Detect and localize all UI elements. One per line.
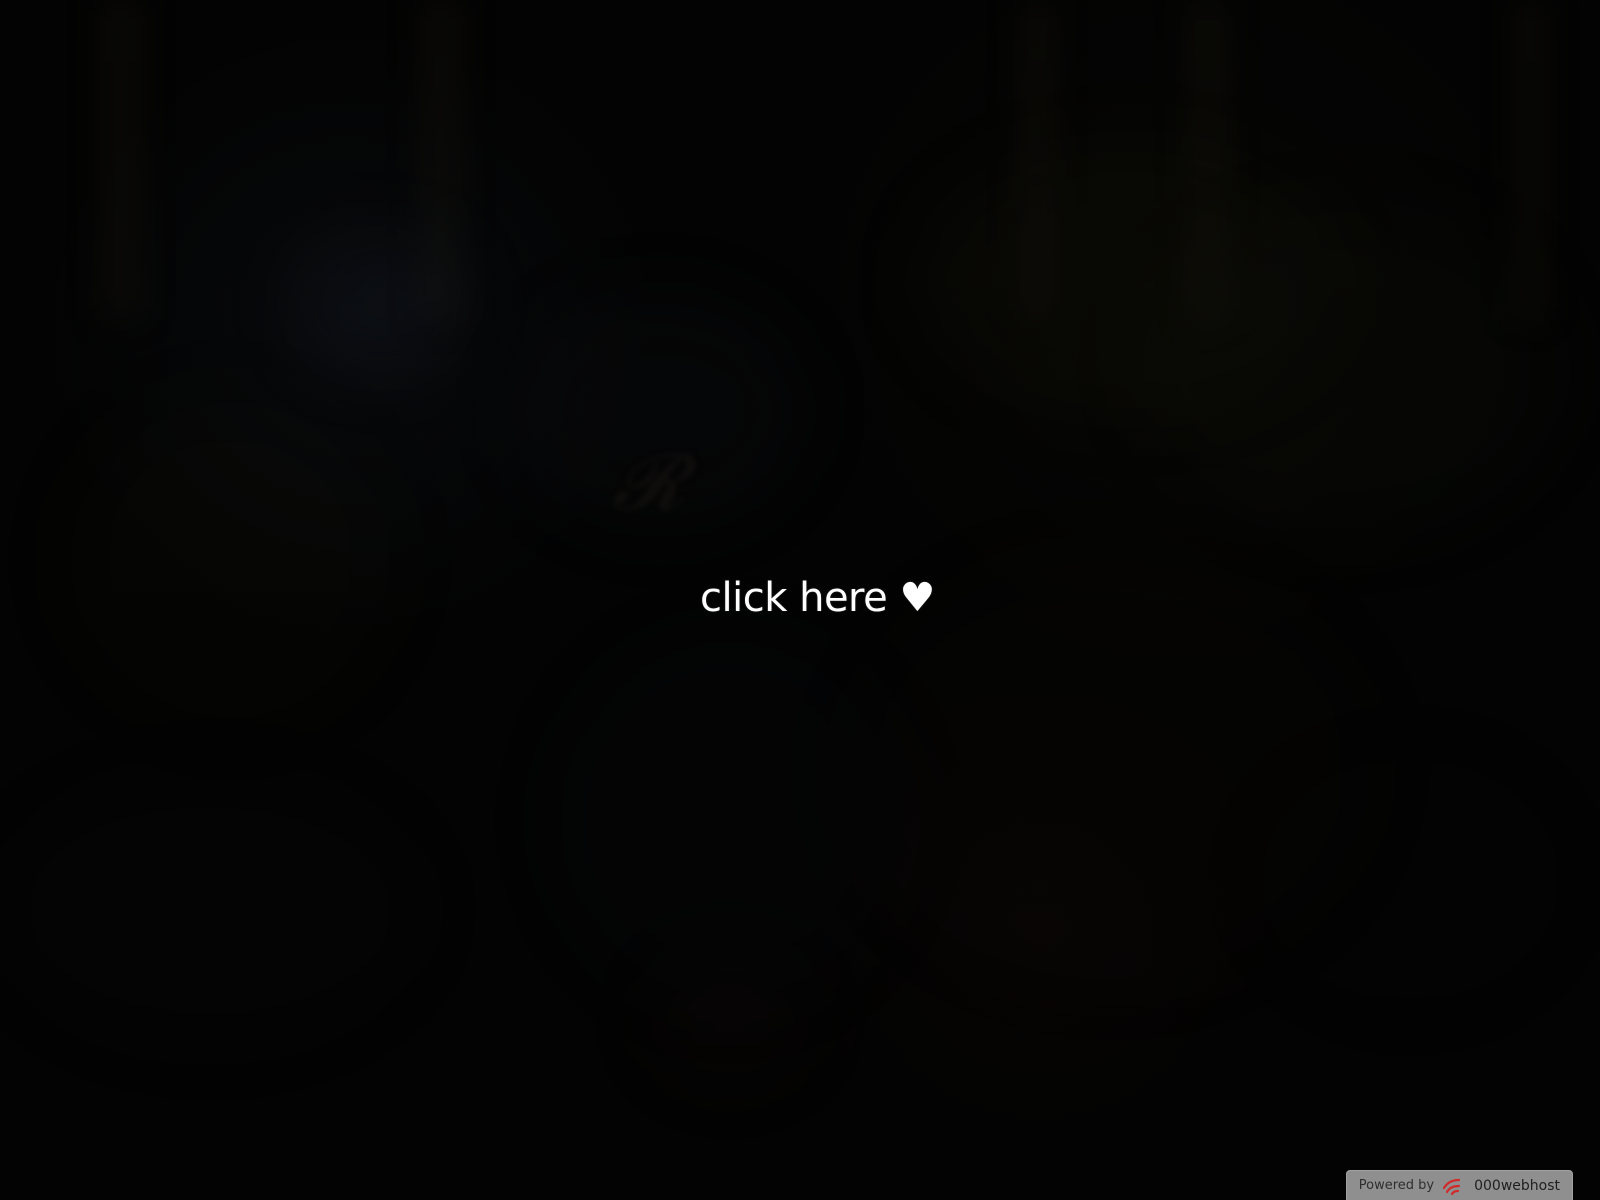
powered-by-badge[interactable]: Powered by 000webhost	[1345, 1170, 1573, 1200]
click-here-link[interactable]: click here ♥	[700, 578, 935, 618]
000webhost-brand-name: 000webhost	[1474, 1177, 1560, 1194]
blurred-background-wordmark: 𝓡	[612, 438, 687, 528]
powered-by-label: Powered by	[1358, 1178, 1435, 1193]
landing-page: 𝓡 click here ♥ Powered by 000webhost	[0, 0, 1600, 1200]
000webhost-logo-icon	[1442, 1176, 1466, 1196]
